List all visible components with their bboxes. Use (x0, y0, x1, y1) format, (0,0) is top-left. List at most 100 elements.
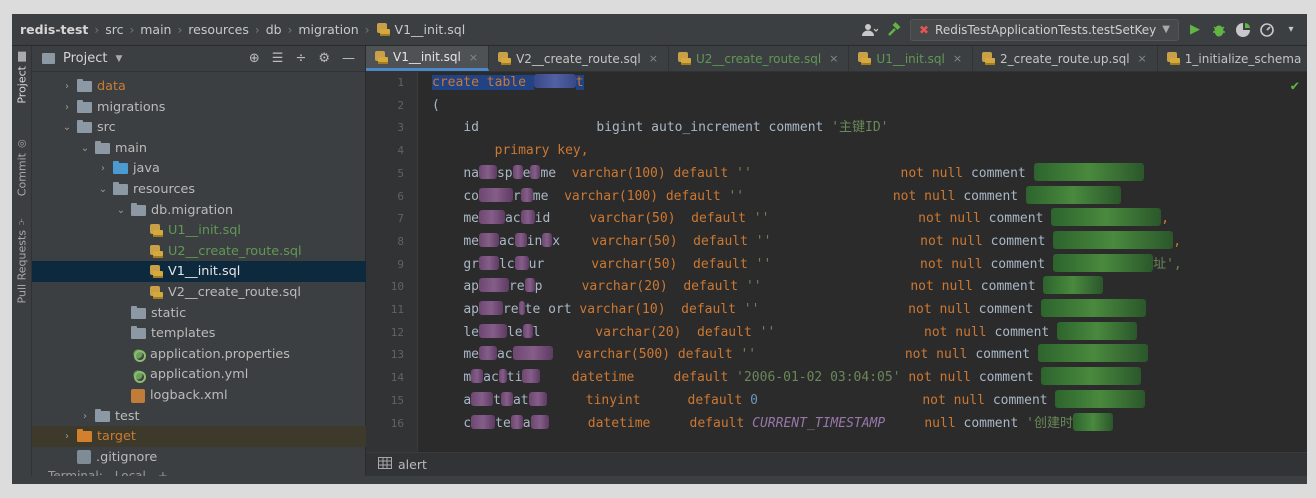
line-number: 1 (397, 76, 404, 89)
sql-file-icon (149, 265, 163, 279)
breadcrumb-migration[interactable]: migration (298, 22, 358, 37)
collapse-all-icon[interactable]: ÷ (295, 51, 306, 66)
line-number: 8 (397, 234, 404, 248)
tree-item[interactable]: › migrations (32, 97, 366, 118)
tree-item-label: main (115, 140, 147, 156)
locate-icon[interactable]: ⊕ (249, 51, 260, 66)
tree-item[interactable]: static (32, 303, 366, 324)
tree-item[interactable]: application.yml (32, 364, 366, 385)
tree-item[interactable]: V2__create_route.sql (32, 282, 366, 303)
breadcrumb-resources[interactable]: resources (188, 22, 249, 37)
tree-item-label: db.migration (151, 202, 234, 218)
tree-item[interactable]: .gitignore (32, 447, 366, 468)
chevron-down-icon[interactable]: ⌄ (96, 184, 110, 195)
tree-item-label: static (151, 305, 187, 321)
profile-icon[interactable] (1259, 22, 1275, 38)
close-icon[interactable]: × (1138, 52, 1147, 65)
chevron-down-icon[interactable]: ⌄ (60, 122, 74, 133)
breadcrumb-db[interactable]: db (266, 22, 282, 37)
breadcrumb-project[interactable]: redis-test (20, 22, 88, 37)
editor-tab[interactable]: V2__create_route.sql × (489, 46, 669, 71)
run-configuration-label: RedisTestApplicationTests.testSetKey (935, 22, 1157, 37)
commit-icon: ◎ (16, 138, 28, 149)
folder-icon (42, 53, 55, 64)
code-editor[interactable]: 1 2 3 4 5 6 7 8 9 10 11 12 13 14 15 16 ✔ create table t… (366, 72, 1307, 452)
coverage-icon[interactable] (1235, 22, 1251, 38)
stripe-tab-commit[interactable]: Commit ◎ (14, 138, 30, 196)
source-folder-icon (113, 161, 128, 175)
code-line-6: co r me varchar(100) default '' not null c… (432, 185, 1121, 209)
breadcrumb-file[interactable]: V1__init.sql (376, 22, 465, 37)
editor-tab[interactable]: U2__create_route.sql × (669, 46, 850, 71)
inspection-ok-icon[interactable]: ✔ (1291, 78, 1299, 94)
close-icon[interactable]: × (953, 52, 962, 65)
chevron-right-icon: › (364, 22, 370, 37)
project-view-selector[interactable]: Project ▼ (42, 51, 122, 66)
tree-item[interactable]: › target (32, 426, 366, 448)
tree-item-label: migrations (97, 99, 166, 115)
sql-file-icon (857, 52, 872, 65)
chevron-down-icon[interactable]: ⌄ (114, 205, 128, 216)
code-line-16: c te a datetime default CURRENT_TIMESTAMP … (432, 412, 1113, 436)
tree-item[interactable]: logback.xml (32, 385, 366, 406)
chevron-right-icon[interactable]: › (78, 411, 92, 422)
tree-item[interactable]: U2__create_route.sql (32, 241, 366, 262)
tree-item[interactable]: › data (32, 76, 366, 97)
chevron-right-icon[interactable]: › (96, 163, 110, 174)
tree-item[interactable]: › test (32, 406, 366, 427)
chevron-right-icon[interactable]: › (60, 102, 74, 113)
tree-item[interactable]: ⌄ db.migration (32, 200, 366, 221)
tree-item[interactable]: ⌄ main (32, 138, 366, 159)
settings-gear-icon[interactable]: ⚙ (318, 51, 330, 66)
stripe-tab-pull-requests[interactable]: Pull Requests ⑂ (14, 216, 30, 303)
tree-item[interactable]: › java (32, 158, 366, 179)
line-number: 10 (390, 280, 404, 294)
xml-file-icon (131, 388, 145, 403)
tree-item-label: U2__create_route.sql (168, 243, 302, 259)
chevron-down-icon[interactable]: ⌄ (78, 143, 92, 154)
sql-file-icon (981, 52, 996, 65)
tree-item[interactable]: V1__init.sql (32, 261, 366, 283)
chevron-right-icon[interactable]: › (60, 431, 74, 442)
debug-icon[interactable] (1211, 22, 1227, 38)
editor-tab-label: 2_create_route.up.sql (1000, 51, 1130, 66)
breadcrumb-main[interactable]: main (140, 22, 171, 37)
tree-item-label: java (133, 161, 160, 177)
user-icon[interactable] (861, 22, 878, 38)
editor-breadcrumb: alert (366, 452, 1307, 476)
editor-tab[interactable]: U1__init.sql × (849, 46, 974, 71)
folder-icon (95, 408, 110, 422)
chevron-right-icon[interactable]: › (60, 81, 74, 92)
sql-file-icon (149, 286, 163, 299)
tree-item-label: test (115, 408, 140, 424)
line-number: 5 (397, 166, 404, 180)
close-icon[interactable]: × (829, 52, 838, 65)
breadcrumb-src[interactable]: src (105, 22, 123, 37)
sql-file-icon (376, 23, 390, 36)
run-icon[interactable]: ▶ (1187, 22, 1203, 38)
tree-item[interactable]: ⌄ src (32, 117, 366, 138)
sql-file-icon (497, 52, 512, 65)
tree-item[interactable]: U1__init.sql (32, 220, 366, 241)
more-chevron-icon[interactable]: ▾ (1283, 22, 1299, 38)
editor-tab[interactable]: 1_initialize_schema (1158, 46, 1307, 71)
sql-file-icon (149, 244, 163, 258)
tree-item[interactable]: templates (32, 323, 366, 344)
tree-item[interactable]: ⌄ resources (32, 179, 366, 200)
folder-icon (131, 305, 146, 319)
editor-breadcrumb-table[interactable]: alert (398, 457, 427, 472)
sql-file-icon (149, 224, 163, 238)
hide-icon[interactable]: — (342, 51, 355, 66)
line-number: 11 (390, 303, 404, 316)
hammer-icon[interactable] (886, 21, 902, 38)
editor-tab[interactable]: 2_create_route.up.sql × (973, 46, 1158, 71)
close-icon[interactable]: × (469, 51, 478, 64)
run-configuration-select[interactable]: ✖ RedisTestApplicationTests.testSetKey ▼ (909, 18, 1179, 41)
editor-tab[interactable]: V1__init.sql × (366, 46, 490, 71)
close-icon[interactable]: × (649, 52, 658, 65)
tree-item[interactable]: application.properties (32, 344, 366, 365)
folder-icon (77, 79, 92, 92)
stripe-tab-project[interactable]: Project (14, 52, 30, 104)
expand-all-icon[interactable]: ☰ (272, 51, 284, 66)
folder-icon (77, 120, 92, 134)
